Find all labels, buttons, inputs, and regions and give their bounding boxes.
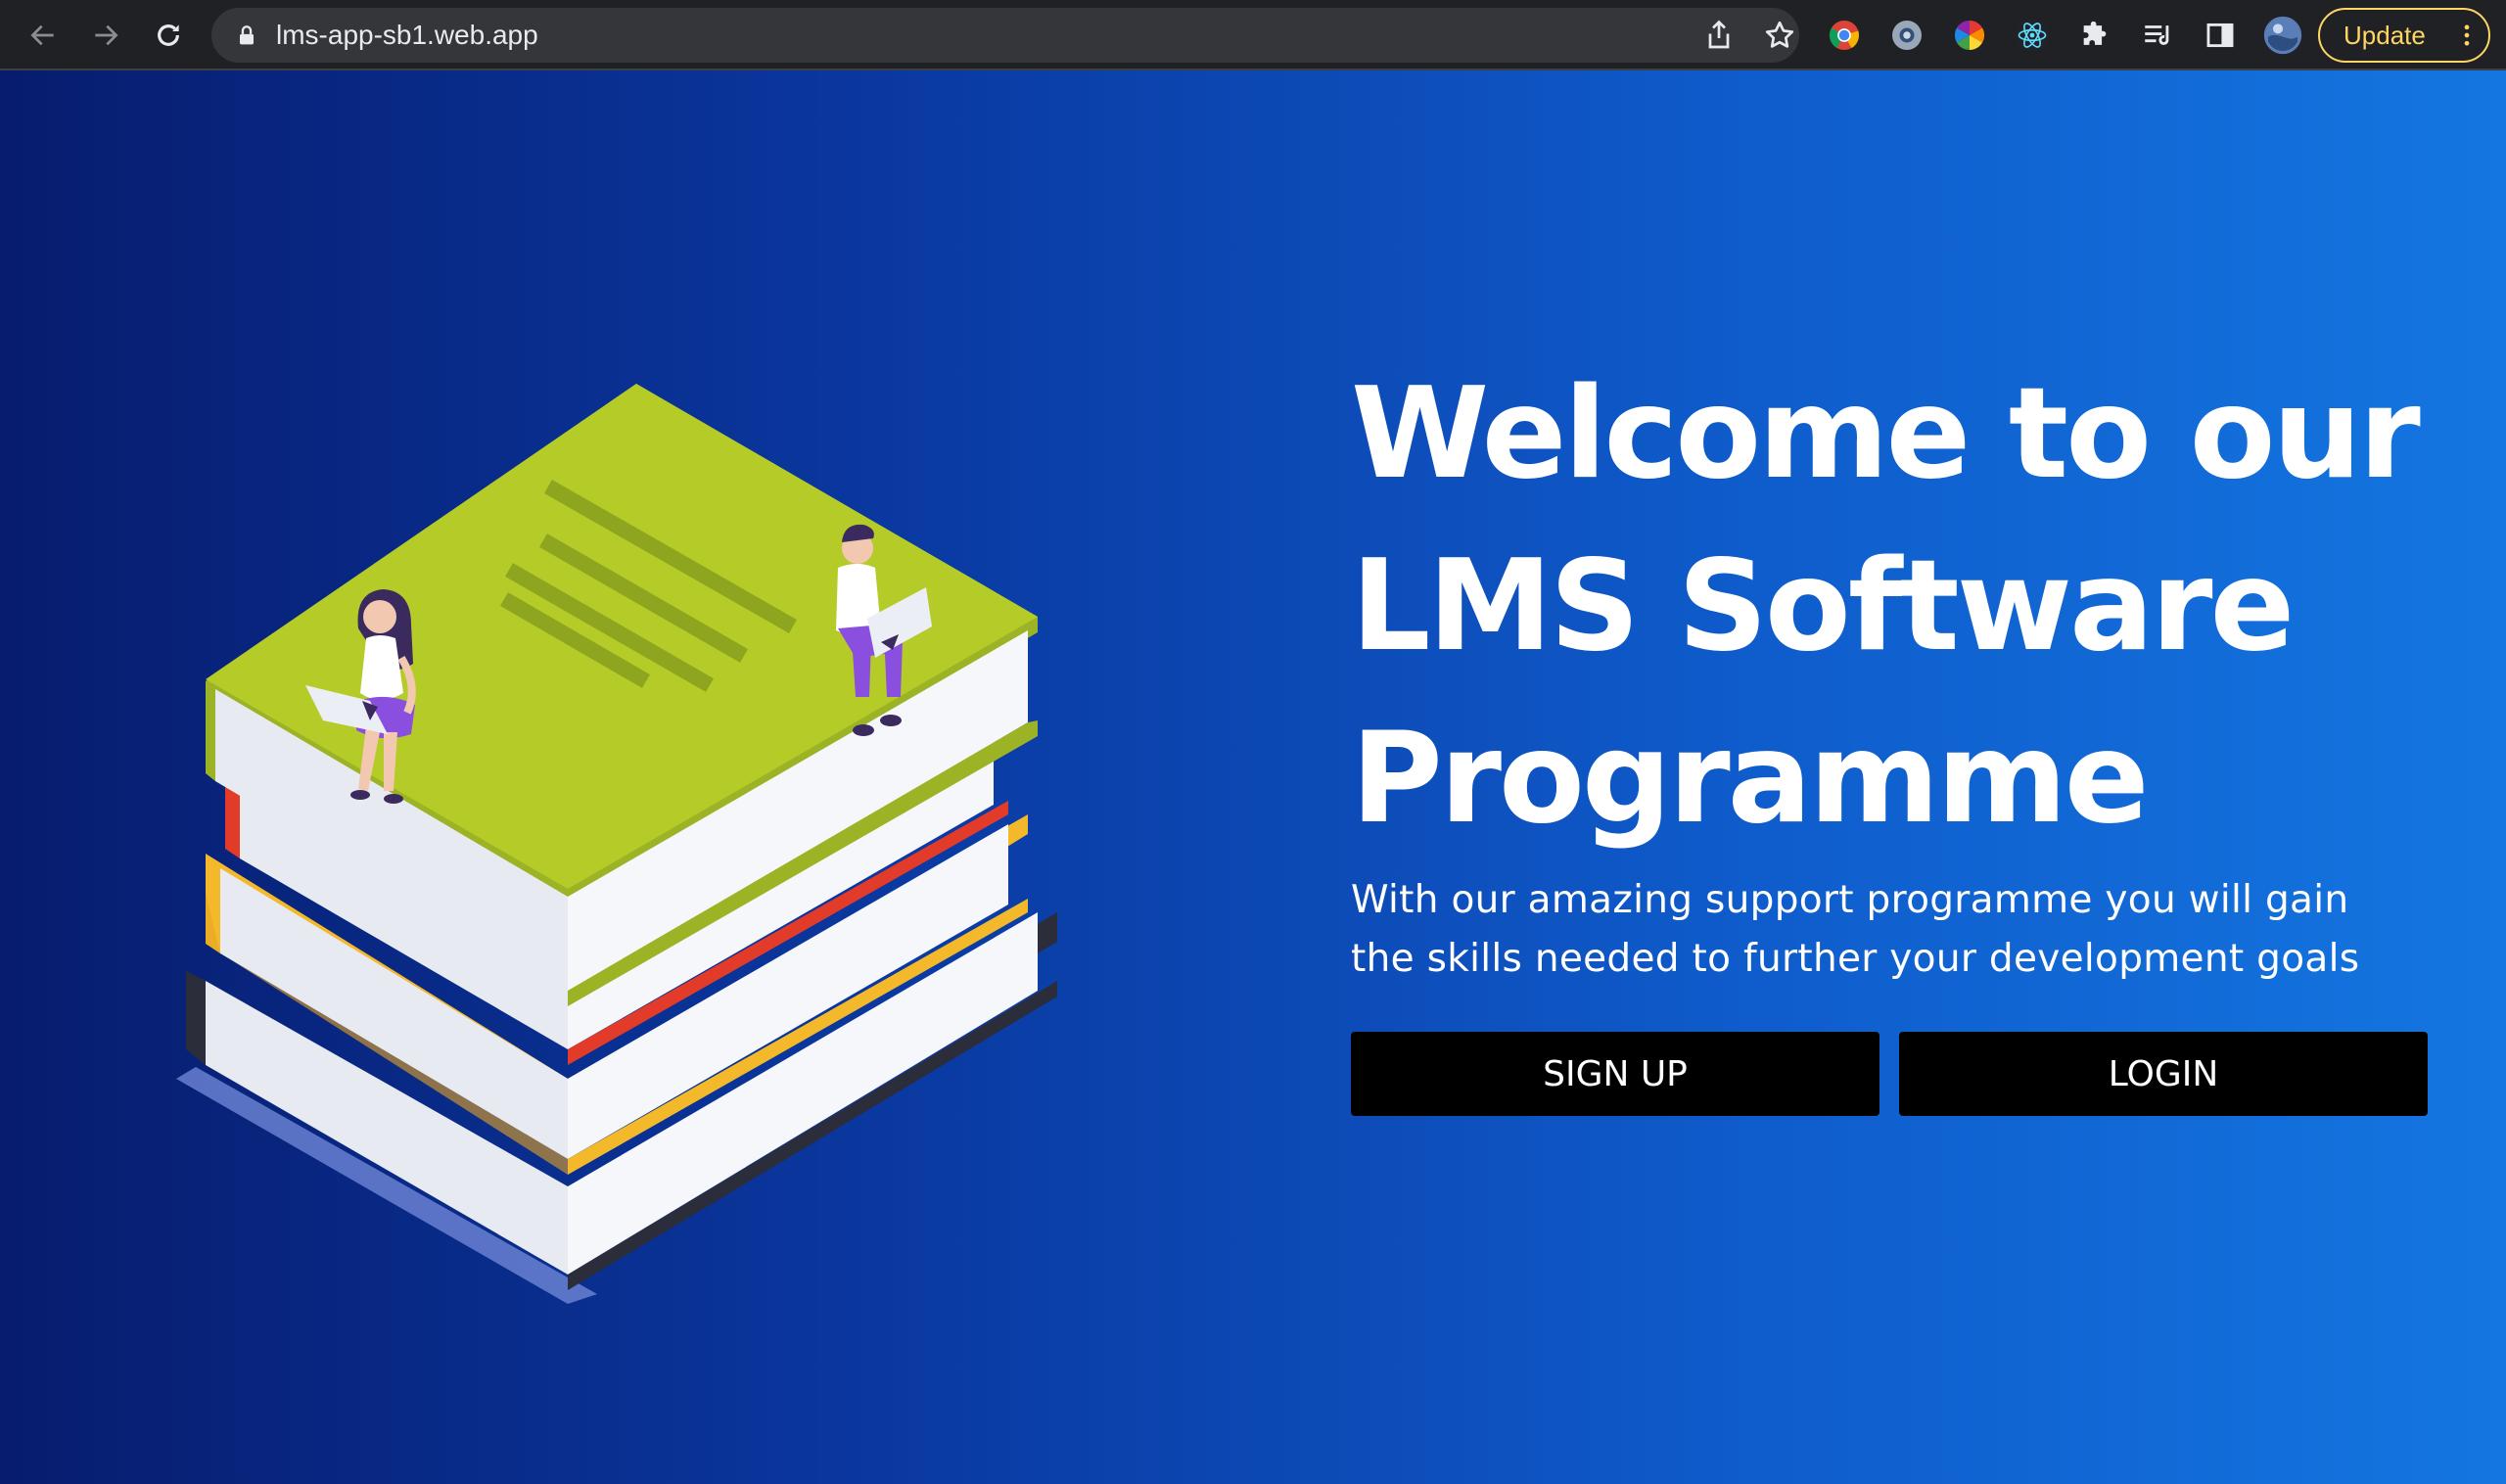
hero-subtitle: With our amazing support programme you w…	[1351, 878, 2360, 981]
lock-icon	[240, 25, 254, 45]
star-icon[interactable]	[1762, 18, 1797, 53]
color-wheel-extension-icon[interactable]	[1950, 16, 1989, 55]
update-button[interactable]: Update	[2318, 8, 2490, 63]
arrow-right-icon	[95, 24, 118, 46]
login-button[interactable]: LOGIN	[1899, 1032, 2428, 1116]
url-text[interactable]: lms-app-sb1.web.app	[276, 8, 538, 63]
circle-extension-icon[interactable]	[1887, 16, 1926, 55]
reload-icon	[158, 24, 179, 46]
kebab-menu-icon[interactable]	[2453, 22, 2481, 49]
hero-title-line-1: Welcome to our	[1351, 361, 2421, 507]
update-label: Update	[2344, 21, 2426, 50]
browser-toolbar: lms-app-sb1.web.app Update	[0, 0, 2506, 70]
react-devtools-icon[interactable]	[2013, 16, 2052, 55]
landing-page: Welcome to our LMS Software Programme Wi…	[0, 70, 2506, 1484]
puzzle-icon[interactable]	[2075, 16, 2114, 55]
forward-button[interactable]	[84, 14, 127, 57]
arrow-left-icon	[30, 24, 54, 46]
profile-avatar-icon[interactable]	[2263, 16, 2302, 55]
hero-title-line-3: Programme	[1351, 706, 2150, 852]
address-bar[interactable]: lms-app-sb1.web.app	[211, 8, 1799, 63]
share-icon[interactable]	[1701, 18, 1737, 53]
side-panel-icon[interactable]	[2201, 16, 2240, 55]
chrome-extension-icon[interactable]	[1825, 16, 1864, 55]
book-stack-illustration	[176, 384, 1057, 1304]
sign-up-button[interactable]: SIGN UP	[1351, 1032, 1880, 1116]
hero-title: Welcome to our LMS Software Programme	[1351, 348, 2421, 865]
hero-title-line-2: LMS Software	[1351, 533, 2295, 679]
reload-button[interactable]	[147, 14, 190, 57]
back-button[interactable]	[22, 14, 65, 57]
media-queue-icon[interactable]	[2138, 16, 2177, 55]
